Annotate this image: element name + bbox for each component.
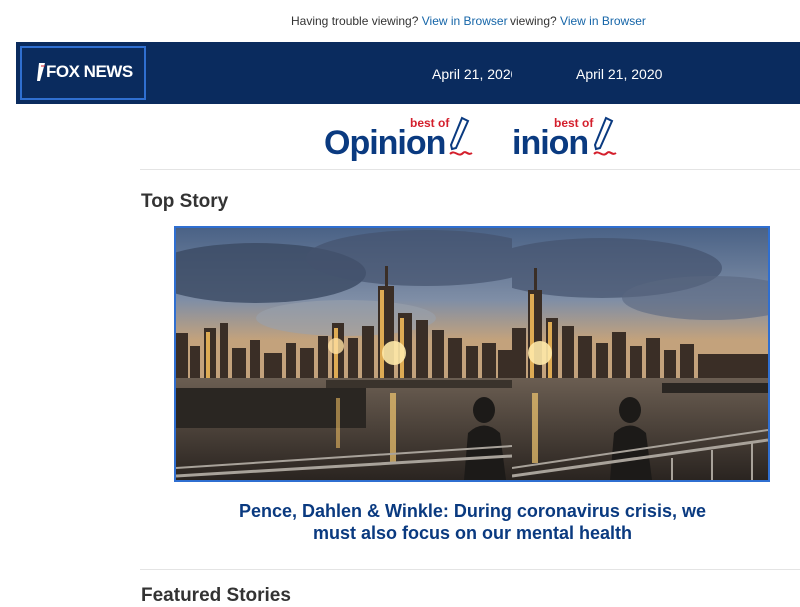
- fox-news-logo[interactable]: FOX NEWS: [20, 46, 146, 100]
- city-skyline-photo: [176, 228, 512, 480]
- best-of-opinion-logo: best of Opinion: [322, 116, 482, 166]
- header-date: April 21, 2020: [432, 66, 512, 82]
- divider: [140, 169, 800, 170]
- fox-news-logo-text: FOX NEWS: [46, 62, 133, 81]
- city-skyline-photo-duplicate: [512, 228, 768, 480]
- trouble-viewing-text-duplicate: viewing? View in Browser: [510, 14, 646, 28]
- top-story-headline-link[interactable]: Pence, Dahlen & Winkle: During coronavir…: [150, 500, 795, 544]
- best-of-opinion-logo-duplicate: best of inion: [510, 116, 622, 166]
- opinion-wordmark-duplicate: inion: [512, 124, 589, 162]
- fox-news-logo-icon: [36, 62, 46, 82]
- headline-line-1: Pence, Dahlen & Winkle: During coronavir…: [239, 501, 706, 521]
- top-story-image[interactable]: [174, 226, 770, 482]
- pen-icon-duplicate: [590, 116, 620, 165]
- pen-icon: [446, 116, 476, 165]
- view-in-browser-link-duplicate[interactable]: View in Browser: [560, 14, 646, 28]
- header-date-duplicate: April 21, 2020: [576, 66, 663, 82]
- top-story-heading: Top Story: [141, 191, 229, 212]
- trouble-viewing-text: Having trouble viewing? View in Browser: [291, 14, 508, 28]
- opinion-wordmark: Opinion: [324, 124, 446, 162]
- divider: [140, 569, 800, 570]
- header-banner: FOX NEWS April 21, 2020 April 21, 2020: [16, 42, 800, 104]
- view-in-browser-bar: Having trouble viewing? View in Browser …: [0, 0, 800, 42]
- trouble-viewing-label-duplicate: viewing?: [510, 14, 557, 28]
- trouble-viewing-label: Having trouble viewing?: [291, 14, 419, 28]
- headline-line-2: must also focus on our mental health: [312, 523, 633, 543]
- view-in-browser-link[interactable]: View in Browser: [422, 14, 508, 28]
- featured-stories-heading: Featured Stories: [141, 585, 291, 606]
